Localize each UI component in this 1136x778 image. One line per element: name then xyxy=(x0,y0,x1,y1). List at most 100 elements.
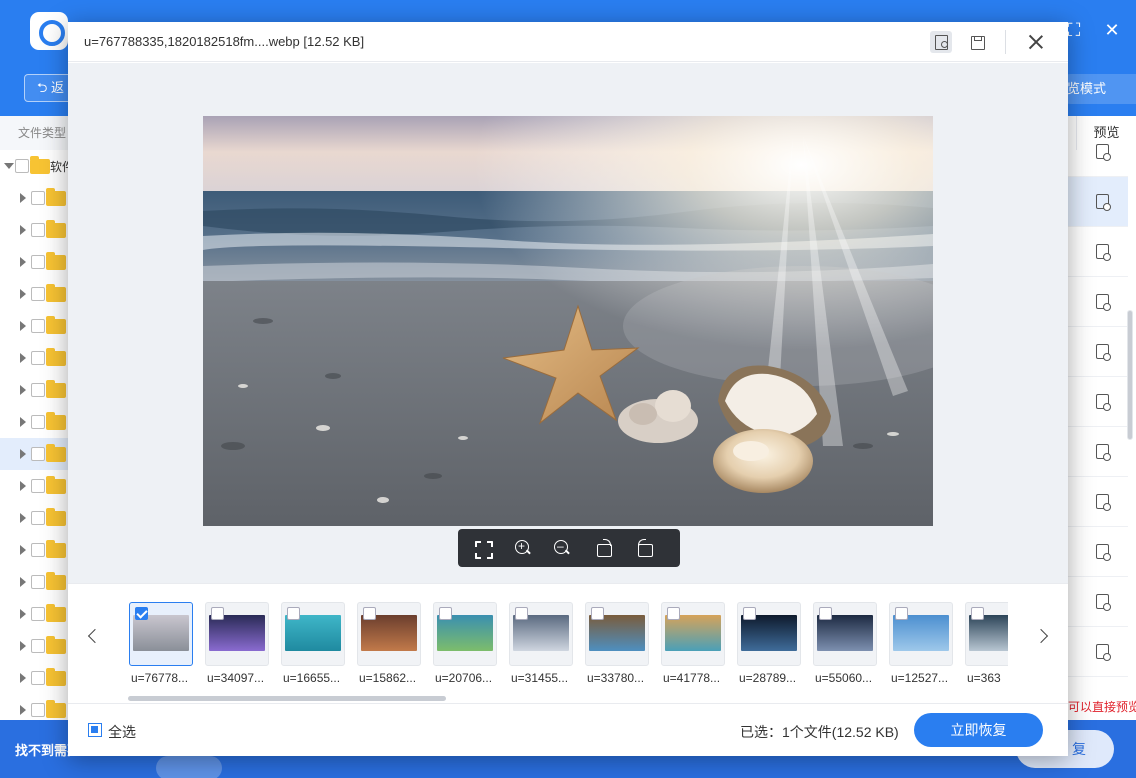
tree-folder-row[interactable] xyxy=(0,246,69,278)
preview-icon[interactable] xyxy=(1096,144,1111,161)
tree-folder-row[interactable] xyxy=(0,662,69,694)
expand-right-icon[interactable] xyxy=(20,449,26,459)
save-icon[interactable] xyxy=(966,31,988,53)
preview-icon[interactable] xyxy=(1096,244,1111,261)
thumbnail-item[interactable] xyxy=(737,602,801,666)
expand-right-icon[interactable] xyxy=(20,289,26,299)
expand-right-icon[interactable] xyxy=(20,641,26,651)
thumbnail-checkbox[interactable] xyxy=(515,607,528,620)
thumbnail-item[interactable] xyxy=(509,602,573,666)
preview-icon[interactable] xyxy=(1096,394,1111,411)
tree-folder-row[interactable] xyxy=(0,406,69,438)
tree-folder-row[interactable] xyxy=(0,694,69,720)
expand-right-icon[interactable] xyxy=(20,193,26,203)
tree-folder-row[interactable] xyxy=(0,630,69,662)
tree-checkbox[interactable] xyxy=(31,479,45,493)
thumbnail-item[interactable] xyxy=(129,602,193,666)
preview-icon[interactable] xyxy=(1096,344,1111,361)
preview-row[interactable] xyxy=(1068,227,1128,277)
tree-checkbox[interactable] xyxy=(31,319,45,333)
thumbnail-checkbox[interactable] xyxy=(971,607,984,620)
tree-checkbox[interactable] xyxy=(31,383,45,397)
tree-checkbox[interactable] xyxy=(31,447,45,461)
tree-checkbox[interactable] xyxy=(31,703,45,717)
thumbnail-item[interactable] xyxy=(585,602,649,666)
expand-right-icon[interactable] xyxy=(20,417,26,427)
preview-row[interactable] xyxy=(1068,277,1128,327)
preview-icon[interactable] xyxy=(1096,544,1111,561)
tree-checkbox[interactable] xyxy=(31,191,45,205)
tree-checkbox[interactable] xyxy=(31,543,45,557)
thumbnail-checkbox[interactable] xyxy=(363,607,376,620)
preview-row[interactable] xyxy=(1068,577,1128,627)
expand-right-icon[interactable] xyxy=(20,545,26,555)
tree-folder-row[interactable] xyxy=(0,310,69,342)
zoom-out-icon[interactable] xyxy=(552,538,572,558)
help-link[interactable]: 找不到需要的文件 xyxy=(15,740,70,759)
expand-right-icon[interactable] xyxy=(20,257,26,267)
thumbnail-checkbox[interactable] xyxy=(743,607,756,620)
thumbnail-item[interactable] xyxy=(357,602,421,666)
tree-checkbox[interactable] xyxy=(31,223,45,237)
tree-checkbox[interactable] xyxy=(31,671,45,685)
expand-right-icon[interactable] xyxy=(20,673,26,683)
document-search-icon[interactable] xyxy=(930,31,952,53)
tree-folder-row[interactable] xyxy=(0,502,69,534)
chevron-left-icon[interactable] xyxy=(83,626,103,646)
preview-icon[interactable] xyxy=(1096,194,1111,211)
chevron-right-icon[interactable] xyxy=(1033,626,1053,646)
recover-now-button[interactable]: 立即恢复 xyxy=(914,713,1043,747)
expand-right-icon[interactable] xyxy=(20,481,26,491)
preview-mode-button[interactable]: 览模式 xyxy=(1056,74,1136,104)
zoom-in-icon[interactable] xyxy=(513,538,533,558)
preview-row[interactable] xyxy=(1068,427,1128,477)
expand-down-icon[interactable] xyxy=(4,163,14,169)
expand-right-icon[interactable] xyxy=(20,353,26,363)
window-close-icon[interactable]: ✕ xyxy=(1100,18,1124,42)
tree-folder-row[interactable] xyxy=(0,342,69,374)
tree-folder-row[interactable] xyxy=(0,374,69,406)
thumbnail-item[interactable] xyxy=(205,602,269,666)
preview-row[interactable] xyxy=(1068,377,1128,427)
rotate-right-icon[interactable] xyxy=(594,538,614,558)
tree-root-row[interactable]: 软件 xyxy=(0,150,69,182)
tree-folder-row[interactable] xyxy=(0,278,69,310)
thumbnail-checkbox[interactable] xyxy=(591,607,604,620)
tree-folder-row[interactable] xyxy=(0,182,69,214)
tree-checkbox[interactable] xyxy=(31,639,45,653)
thumbnail-scrollbar[interactable] xyxy=(128,696,446,701)
tree-folder-row[interactable] xyxy=(0,566,69,598)
tree-folder-row[interactable] xyxy=(0,598,69,630)
thumbnail-checkbox[interactable] xyxy=(819,607,832,620)
expand-right-icon[interactable] xyxy=(20,577,26,587)
tree-checkbox[interactable] xyxy=(15,159,29,173)
thumbnail-checkbox[interactable] xyxy=(667,607,680,620)
thumbnail-item[interactable] xyxy=(889,602,953,666)
expand-right-icon[interactable] xyxy=(20,513,26,523)
preview-icon[interactable] xyxy=(1096,644,1111,661)
thumbnail-checkbox[interactable] xyxy=(135,607,148,620)
tree-checkbox[interactable] xyxy=(31,575,45,589)
tree-checkbox[interactable] xyxy=(31,511,45,525)
thumbnail-checkbox[interactable] xyxy=(287,607,300,620)
list-scrollbar[interactable] xyxy=(1126,150,1134,690)
preview-row[interactable] xyxy=(1068,177,1128,227)
expand-right-icon[interactable] xyxy=(20,705,26,715)
tree-checkbox[interactable] xyxy=(31,255,45,269)
tree-checkbox[interactable] xyxy=(31,607,45,621)
expand-right-icon[interactable] xyxy=(20,609,26,619)
tree-folder-row[interactable] xyxy=(0,534,69,566)
preview-row[interactable] xyxy=(1068,527,1128,577)
thumbnail-checkbox[interactable] xyxy=(439,607,452,620)
thumbnail-checkbox[interactable] xyxy=(895,607,908,620)
thumbnail-item[interactable] xyxy=(281,602,345,666)
preview-icon[interactable] xyxy=(1096,444,1111,461)
fit-screen-icon[interactable] xyxy=(472,538,493,559)
select-all-checkbox[interactable] xyxy=(88,723,102,737)
preview-icon[interactable] xyxy=(1096,494,1111,511)
tree-checkbox[interactable] xyxy=(31,287,45,301)
rotate-left-icon[interactable] xyxy=(635,538,655,558)
thumbnail-item[interactable] xyxy=(661,602,725,666)
preview-icon[interactable] xyxy=(1096,594,1111,611)
tree-checkbox[interactable] xyxy=(31,415,45,429)
